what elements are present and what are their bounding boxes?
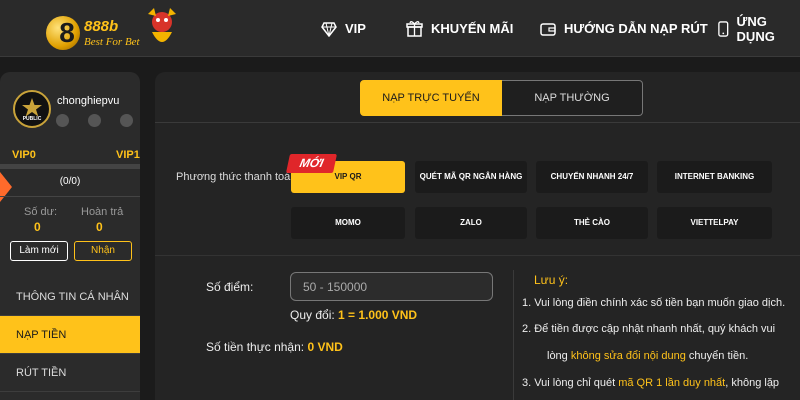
received-label: Số tiền thực nhận: xyxy=(206,340,305,354)
notes-divider xyxy=(513,270,514,400)
logo-tagline: Best For Bet xyxy=(84,36,140,48)
profile-sidebar: PUBLIC chonghiepvu VIP0 VIP1 (0/0) Số dư… xyxy=(0,72,140,400)
diamond-icon xyxy=(321,21,337,37)
method-fast-transfer[interactable]: CHUYỂN NHANH 24/7 xyxy=(536,161,648,193)
method-viettelpay[interactable]: VIETTELPAY xyxy=(657,207,772,239)
vip-current: VIP0 xyxy=(12,149,36,161)
settings-icon[interactable] xyxy=(56,114,69,127)
note-item-3: 3. Vui lòng chỉ quét mã QR 1 lần duy nhấ… xyxy=(522,377,779,389)
note-item-1: 1. Vui lòng điền chính xác số tiền bạn m… xyxy=(522,297,786,309)
nav-label: KHUYẾN MÃI xyxy=(431,21,514,36)
vip-next: VIP1 xyxy=(116,149,140,161)
method-momo[interactable]: MOMO xyxy=(291,207,405,239)
deposit-panel: NẠP TRỰC TUYẾN NẠP THƯỜNG Phương thức th… xyxy=(155,72,800,400)
bell-icon[interactable] xyxy=(120,114,133,127)
vip-progress-bar xyxy=(0,164,140,169)
brand-logo[interactable]: 8 888b Best For Bet xyxy=(44,4,194,54)
vip-progress-text: (0/0) xyxy=(59,176,81,187)
menu-item-personal-info[interactable]: THÔNG TIN CÁ NHÂN xyxy=(0,278,140,316)
receive-button[interactable]: Nhận xyxy=(74,241,132,261)
nav-app[interactable]: ỨNG DỤNG xyxy=(718,0,800,57)
tab-online-deposit[interactable]: NẠP TRỰC TUYẾN xyxy=(360,80,502,116)
avatar[interactable]: PUBLIC xyxy=(13,90,51,128)
note-item-2-cont: lòng không sửa đổi nội dung chuyển tiền. xyxy=(547,350,748,362)
nav-deposit-guide[interactable]: HƯỚNG DẪN NẠP RÚT xyxy=(540,0,708,57)
nav-promotions[interactable]: KHUYẾN MÃI xyxy=(406,0,513,57)
divider xyxy=(0,196,140,197)
nav-label: HƯỚNG DẪN NẠP RÚT xyxy=(564,21,708,36)
tab-divider xyxy=(155,122,800,123)
method-zalo[interactable]: ZALO xyxy=(415,207,527,239)
method-bank-qr[interactable]: QUÉT MÃ QR NGÂN HÀNG xyxy=(415,161,527,193)
balance-value: 0 xyxy=(34,220,41,234)
lock-icon[interactable] xyxy=(88,114,101,127)
logo-name: 888b xyxy=(84,18,119,35)
top-header: 8 888b Best For Bet VIP KHUYẾN MÃI HƯỚNG… xyxy=(0,0,800,57)
nav-vip[interactable]: VIP xyxy=(321,0,366,57)
payment-method-label: Phương thức thanh toán xyxy=(176,171,297,183)
balance-label: Số dư: xyxy=(24,206,58,218)
mascot-icon xyxy=(148,8,176,42)
method-internet-banking[interactable]: INTERNET BANKING xyxy=(657,161,772,193)
points-input[interactable] xyxy=(290,272,493,301)
username: chonghiepvu xyxy=(57,95,120,107)
conversion-row: Quy đổi: 1 = 1.000 VND xyxy=(290,308,417,322)
menu-item-deposit[interactable]: NẠP TIỀN xyxy=(0,316,140,354)
note-text: 3. Vui lòng chỉ quét xyxy=(522,377,619,389)
nav-label: VIP xyxy=(345,21,366,36)
note-text: chuyển tiền. xyxy=(685,350,749,362)
method-scratch-card[interactable]: THẺ CÀO xyxy=(536,207,648,239)
note-highlight: mã QR 1 lần duy nhất xyxy=(618,377,726,389)
note-highlight: không sửa đổi nội dung xyxy=(570,350,686,362)
note-item-2: 2. Để tiền được cập nhật nhanh nhất, quý… xyxy=(522,323,776,335)
new-badge: MỚI xyxy=(285,154,338,173)
logo-mark: 8 xyxy=(59,17,75,48)
nav-label: ỨNG DỤNG xyxy=(736,13,775,44)
avatar-label: PUBLIC xyxy=(22,116,42,122)
tab-normal-deposit[interactable]: NẠP THƯỜNG xyxy=(502,80,643,116)
phone-icon xyxy=(718,20,729,37)
wallet-icon xyxy=(540,22,556,36)
refund-label: Hoàn trả xyxy=(81,206,124,218)
points-label: Số điểm: xyxy=(206,280,254,294)
notes-title: Lưu ý: xyxy=(534,273,569,287)
gift-icon xyxy=(406,21,423,37)
received-row: Số tiền thực nhận: 0 VND xyxy=(206,340,343,354)
received-value: 0 VND xyxy=(307,340,343,354)
conversion-value: 1 = 1.000 VND xyxy=(338,308,418,322)
note-text: lòng xyxy=(547,350,571,362)
refresh-button[interactable]: Làm mới xyxy=(10,241,68,261)
conversion-label: Quy đổi: xyxy=(290,308,335,322)
menu-item-withdraw[interactable]: RÚT TIỀN xyxy=(0,354,140,392)
refund-value: 0 xyxy=(96,220,103,234)
note-text: , không lặp xyxy=(725,377,780,389)
section-divider xyxy=(155,255,800,256)
